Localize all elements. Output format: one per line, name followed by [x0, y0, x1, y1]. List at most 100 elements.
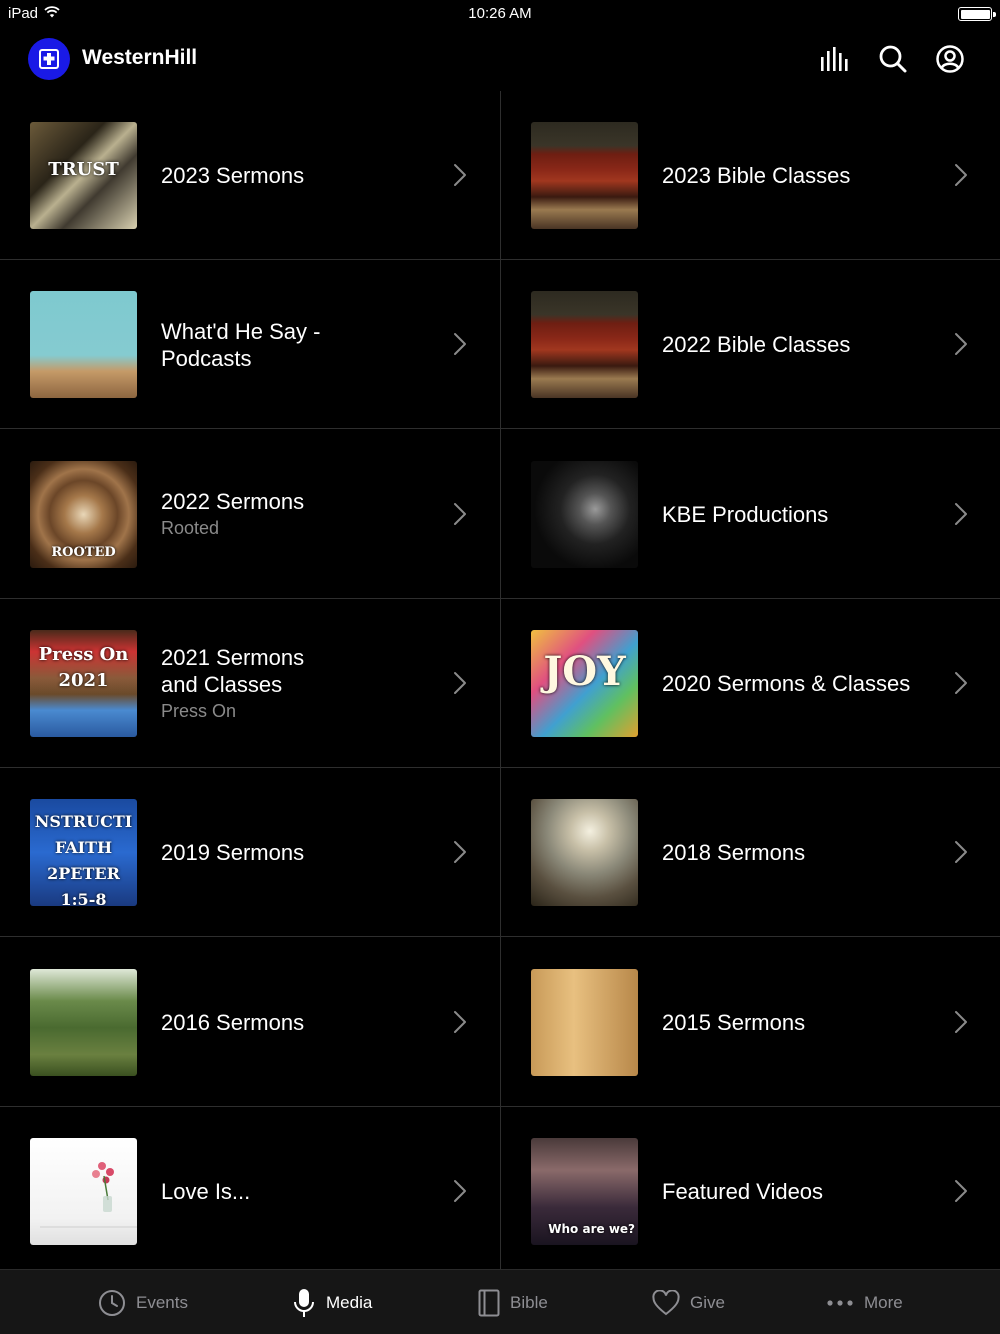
collection-thumbnail [531, 122, 638, 229]
media-collection-item[interactable]: 2023 Bible Classes [501, 91, 1000, 260]
thumbnail-text: NSTRUCTI FAITH 2PETER 1:5-8 [34, 812, 133, 906]
media-collection-item[interactable]: TRUST 2023 Sermons [0, 91, 500, 260]
item-text: 2023 Bible Classes [662, 91, 951, 260]
item-text: 2015 Sermons [662, 938, 951, 1107]
collection-thumbnail: NSTRUCTI FAITH 2PETER 1:5-8 [30, 799, 137, 906]
chevron-right-icon [949, 163, 971, 187]
item-title: Featured Videos [662, 1179, 824, 1204]
item-text: 2016 Sermons [161, 938, 440, 1107]
collection-thumbnail: Who are we? [531, 1138, 638, 1245]
thumbnail-text: TRUST [48, 159, 119, 180]
item-subtitle: Rooted [161, 518, 220, 538]
chevron-right-icon [448, 163, 470, 187]
collection-thumbnail: JOY [531, 630, 638, 737]
media-collection-item[interactable]: 2016 Sermons [0, 938, 500, 1107]
collection-thumbnail [531, 461, 638, 568]
thumbnail-text: ROOTED [51, 545, 116, 560]
collection-thumbnail: TRUST [30, 122, 137, 229]
tab-label: Give [690, 1292, 725, 1312]
media-collection-item[interactable]: NSTRUCTI FAITH 2PETER 1:5-8 2019 Sermons [0, 768, 500, 937]
item-title: 2021 Sermons and Classes [161, 644, 305, 697]
item-text: Love Is... [161, 1107, 440, 1276]
item-text: 2022 Bible Classes [662, 260, 951, 429]
status-bar: iPad 10:26 AM [0, 0, 1000, 28]
collection-thumbnail [531, 799, 638, 906]
media-collection-item[interactable]: 2015 Sermons [501, 938, 1000, 1107]
clock-icon [98, 1289, 126, 1317]
item-subtitle: Press On [161, 700, 237, 721]
collection-thumbnail: Press On 2021 [30, 630, 137, 737]
flower-vase-image [30, 1138, 137, 1245]
chevron-right-icon [448, 1010, 470, 1034]
app-header: WesternHill [0, 28, 1000, 90]
tab-label: Events [136, 1292, 188, 1312]
status-time: 10:26 AM [468, 5, 532, 22]
more-dots-icon [826, 1299, 854, 1307]
item-title: 2019 Sermons [161, 840, 305, 865]
tab-give[interactable]: Give [652, 1270, 725, 1334]
thumbnail-text: Press On 2021 [38, 644, 129, 691]
chevron-right-icon [949, 671, 971, 695]
chevron-right-icon [448, 502, 470, 526]
item-text: 2021 Sermons and Classes Press On [161, 599, 440, 768]
collection-thumbnail [30, 291, 137, 398]
church-logo-icon[interactable] [28, 38, 70, 80]
item-title: Love Is... [161, 1179, 251, 1204]
collection-thumbnail [30, 1138, 137, 1245]
chevron-right-icon [949, 332, 971, 356]
chevron-right-icon [448, 1179, 470, 1203]
media-collection-item[interactable]: Who are we? Featured Videos [501, 1107, 1000, 1276]
account-icon[interactable] [933, 42, 967, 76]
item-title: 2022 Sermons [161, 489, 305, 514]
item-text: 2023 Sermons [161, 91, 440, 260]
thumbnail-text: Who are we? [548, 1222, 635, 1236]
chevron-right-icon [448, 840, 470, 864]
chevron-right-icon [949, 1010, 971, 1034]
tab-bible[interactable]: Bible [478, 1270, 548, 1334]
tab-media[interactable]: Media [292, 1270, 372, 1334]
battery-icon [958, 7, 996, 21]
audio-bars-icon[interactable] [818, 42, 852, 76]
item-title: KBE Productions [662, 502, 829, 527]
media-collection-item[interactable]: What'd He Say - Podcasts [0, 260, 500, 429]
media-collection-item[interactable]: Love Is... [0, 1107, 500, 1276]
media-collection-item[interactable]: ROOTED 2022 Sermons Rooted [0, 430, 500, 599]
thumbnail-text: JOY [543, 648, 626, 695]
book-icon [478, 1289, 500, 1317]
media-collection-item[interactable]: JOY 2020 Sermons & Classes [501, 599, 1000, 768]
chevron-right-icon [949, 1179, 971, 1203]
collection-thumbnail [531, 291, 638, 398]
media-collection-item[interactable]: KBE Productions [501, 430, 1000, 599]
item-title: 2015 Sermons [662, 1010, 806, 1035]
item-title: What'd He Say - Podcasts [161, 318, 321, 371]
collection-thumbnail [30, 969, 137, 1076]
item-text: Featured Videos [662, 1107, 951, 1276]
item-text: 2022 Sermons Rooted [161, 430, 440, 599]
item-title: 2016 Sermons [161, 1010, 305, 1035]
item-title: 2023 Bible Classes [662, 163, 851, 188]
search-icon[interactable] [876, 42, 910, 76]
media-collection-item[interactable]: 2022 Bible Classes [501, 260, 1000, 429]
tab-bar: Events Media Bible Give More [0, 1269, 1000, 1334]
media-collection-item[interactable]: Press On 2021 2021 Sermons and Classes Pre… [0, 599, 500, 768]
heart-icon [652, 1289, 680, 1316]
media-collection-item[interactable]: 2018 Sermons [501, 768, 1000, 937]
chevron-right-icon [448, 332, 470, 356]
chevron-right-icon [448, 671, 470, 695]
chevron-right-icon [949, 840, 971, 864]
item-text: 2020 Sermons & Classes [662, 599, 951, 768]
microphone-icon [292, 1288, 316, 1318]
item-text: 2018 Sermons [662, 768, 951, 937]
tab-label: Media [326, 1292, 373, 1312]
item-title: 2023 Sermons [161, 163, 305, 188]
item-text: KBE Productions [662, 430, 951, 599]
column-divider [500, 91, 501, 1269]
tab-events[interactable]: Events [98, 1270, 188, 1334]
item-title: 2020 Sermons & Classes [662, 671, 911, 696]
item-text: What'd He Say - Podcasts [161, 260, 440, 429]
item-title: 2022 Bible Classes [662, 332, 851, 357]
app-title: WesternHill [82, 46, 198, 69]
tab-label: Bible [510, 1292, 548, 1312]
tab-more[interactable]: More [826, 1270, 903, 1334]
item-text: 2019 Sermons [161, 768, 440, 937]
